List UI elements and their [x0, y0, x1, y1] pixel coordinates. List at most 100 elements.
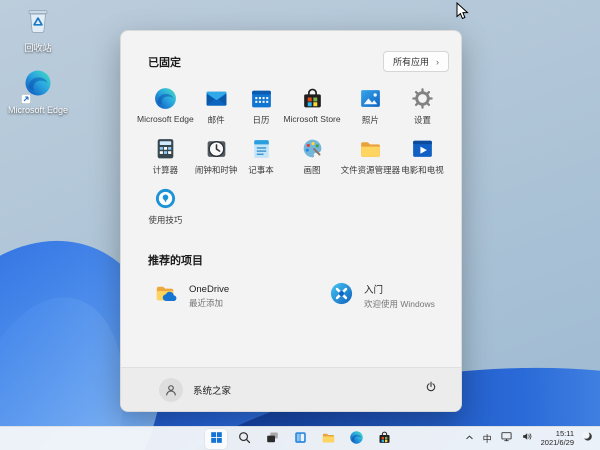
widgets-icon	[293, 430, 308, 448]
desktop-icon-label: 回收站	[24, 43, 51, 54]
pinned-app-calculator[interactable]: 计算器	[137, 130, 194, 180]
calendar-icon	[248, 85, 274, 111]
pinned-app-notepad[interactable]: 记事本	[239, 130, 284, 180]
mail-icon	[203, 85, 229, 111]
pinned-app-file-explorer[interactable]: 文件资源管理器	[341, 130, 401, 180]
moon-icon	[581, 430, 594, 448]
pinned-app-label: 设置	[414, 114, 431, 126]
movies-tv-icon	[410, 135, 436, 161]
pinned-app-movies-tv[interactable]: 电影和电视	[400, 130, 445, 180]
pinned-app-microsoft-edge[interactable]: Microsoft Edge	[137, 80, 194, 130]
chevron-right-icon: ›	[436, 57, 439, 67]
taskbar-store-button[interactable]	[373, 429, 395, 449]
pinned-app-settings[interactable]: 设置	[400, 80, 445, 130]
pinned-app-label: 文件资源管理器	[341, 164, 401, 176]
photos-icon	[357, 85, 383, 111]
recommended-item-title: 入门	[364, 282, 435, 296]
hidden-icons-button[interactable]	[463, 429, 476, 449]
pinned-app-microsoft-store[interactable]: Microsoft Store	[283, 80, 340, 130]
user-avatar-icon	[159, 378, 183, 402]
pinned-app-label: 记事本	[248, 164, 274, 176]
pinned-app-alarms-clock[interactable]: 闹钟和时钟	[194, 130, 239, 180]
edge-icon	[349, 430, 364, 448]
file-explorer-icon	[357, 135, 383, 161]
pinned-app-label: 画图	[304, 164, 321, 176]
taskbar-start-button[interactable]	[205, 429, 227, 449]
tray-date: 2021/6/29	[541, 439, 574, 448]
tips-bulb-icon	[152, 185, 178, 211]
pinned-app-label: 计算器	[153, 164, 179, 176]
calculator-icon	[152, 135, 178, 161]
get-started-icon	[328, 280, 355, 312]
recommended-items: OneDrive 最近添加 入门	[147, 276, 445, 316]
user-profile-button[interactable]: 系统之家	[151, 374, 239, 406]
recycle-bin-icon	[24, 6, 52, 41]
chevron-up-icon	[464, 430, 475, 448]
settings-gear-icon	[410, 85, 436, 111]
start-menu-footer: 系统之家	[121, 367, 461, 411]
pinned-app-mail[interactable]: 邮件	[194, 80, 239, 130]
paint-palette-icon	[299, 135, 325, 161]
system-tray: 中 15:11 2021/6/29	[463, 427, 600, 450]
recommended-item-title: OneDrive	[189, 284, 229, 295]
pinned-section-header: 已固定 所有应用 ›	[121, 31, 461, 72]
store-icon	[299, 85, 325, 111]
pinned-app-label: 电影和电视	[401, 164, 444, 176]
speaker-icon	[521, 430, 534, 448]
pinned-app-paint[interactable]: 画图	[283, 130, 340, 180]
edge-icon	[152, 85, 178, 111]
desktop-icon-area: 回收站 Microsoft Edge	[6, 6, 70, 130]
taskbar-search-button[interactable]	[233, 429, 255, 449]
shortcut-arrow-icon	[21, 94, 31, 104]
desktop-icon-label: Microsoft Edge	[8, 105, 68, 116]
clock[interactable]: 15:11 2021/6/29	[541, 430, 574, 447]
recommended-item-subtitle: 最近添加	[189, 297, 229, 309]
pinned-app-tips[interactable]: 使用技巧	[137, 180, 194, 230]
file-explorer-icon	[321, 430, 336, 448]
search-icon	[237, 430, 252, 448]
taskbar-file-explorer-button[interactable]	[317, 429, 339, 449]
taskbar-center-icons	[205, 429, 395, 449]
start-icon	[209, 430, 224, 448]
mouse-cursor	[456, 2, 469, 26]
recommended-heading: 推荐的项目	[148, 252, 461, 268]
alarm-clock-icon	[203, 135, 229, 161]
ime-indicator[interactable]: 中	[482, 429, 493, 449]
power-icon	[424, 380, 438, 399]
task-view-icon	[265, 430, 280, 448]
pinned-app-label: 使用技巧	[148, 214, 182, 226]
pinned-app-label: 闹钟和时钟	[195, 164, 238, 176]
user-name: 系统之家	[193, 383, 231, 397]
recommended-item-subtitle: 欢迎使用 Windows	[364, 298, 435, 310]
recommended-item-get-started[interactable]: 入门 欢迎使用 Windows	[322, 276, 445, 316]
network-button[interactable]	[499, 429, 514, 449]
desktop-icon-edge[interactable]: Microsoft Edge	[6, 68, 70, 116]
store-icon	[377, 430, 392, 448]
pinned-app-label: 邮件	[208, 114, 225, 126]
pinned-apps-grid: Microsoft Edge 邮件	[137, 80, 445, 230]
volume-button[interactable]	[520, 429, 535, 449]
start-menu: 已固定 所有应用 › Microsoft Edge	[120, 30, 462, 412]
all-apps-button[interactable]: 所有应用 ›	[383, 51, 449, 72]
notepad-icon	[248, 135, 274, 161]
pinned-app-label: 照片	[362, 114, 379, 126]
desktop-icon-recycle-bin[interactable]: 回收站	[6, 6, 70, 54]
focus-assist-button[interactable]	[580, 429, 595, 449]
onedrive-icon	[153, 280, 180, 312]
network-icon	[500, 430, 513, 448]
power-button[interactable]	[417, 377, 445, 403]
pinned-app-label: 日历	[253, 114, 270, 126]
taskbar-edge-button[interactable]	[345, 429, 367, 449]
recommended-item-onedrive[interactable]: OneDrive 最近添加	[147, 276, 322, 316]
pinned-app-label: Microsoft Store	[283, 114, 340, 124]
ime-label: 中	[483, 432, 492, 445]
pinned-app-label: Microsoft Edge	[137, 114, 194, 124]
pinned-app-photos[interactable]: 照片	[341, 80, 401, 130]
pinned-heading: 已固定	[148, 54, 181, 70]
taskbar: 中 15:11 2021/6/29	[0, 426, 600, 450]
taskbar-widgets-button[interactable]	[289, 429, 311, 449]
taskbar-task-view-button[interactable]	[261, 429, 283, 449]
pinned-app-calendar[interactable]: 日历	[239, 80, 284, 130]
all-apps-label: 所有应用	[393, 55, 429, 68]
edge-icon	[23, 68, 53, 103]
